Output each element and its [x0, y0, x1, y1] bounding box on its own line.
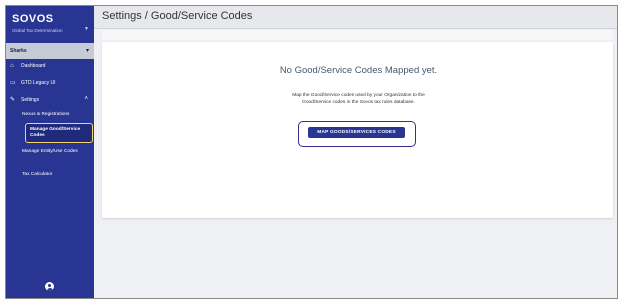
- chevron-up-icon: ˄: [84, 96, 88, 102]
- product-name: Global Tax Determination: [12, 28, 63, 33]
- brand-logo[interactable]: SOVOS: [12, 13, 54, 25]
- sidebar-subitem-good-service-codes[interactable]: Manage Good/Service Codes: [25, 123, 93, 143]
- sidebar: SOVOS Global Tax Determination ▼ Sharks …: [6, 6, 94, 298]
- sidebar-subitem-entity-use-codes[interactable]: Manage Entity/Use Codes: [22, 149, 92, 155]
- app-window: SOVOS Global Tax Determination ▼ Sharks …: [5, 5, 618, 299]
- sidebar-item-legacy-ui[interactable]: ▭ GTD Legacy UI: [6, 77, 94, 89]
- sidebar-subitem-tax-calculator[interactable]: Tax Calculator: [22, 172, 92, 178]
- page-title: Settings / Good/Service Codes: [102, 10, 253, 22]
- window-icon: ▭: [10, 80, 16, 86]
- wrench-icon: ✎: [10, 97, 16, 103]
- sidebar-item-settings[interactable]: ✎ Settings ˄: [6, 94, 94, 106]
- chevron-down-icon[interactable]: ▼: [84, 26, 89, 32]
- sidebar-item-label: Settings: [21, 97, 40, 103]
- empty-state-description: Map the Good/Service codes used by your …: [292, 93, 425, 105]
- header-bar: Settings / Good/Service Codes: [94, 6, 617, 29]
- home-icon: ⌂: [10, 63, 14, 69]
- account-icon-body: [46, 287, 53, 291]
- organization-select-value: Sharks: [10, 48, 27, 54]
- sidebar-item-label: GTD Legacy UI: [21, 80, 56, 86]
- sidebar-subitem-nexus[interactable]: Nexus & Registrations: [22, 112, 92, 118]
- account-icon-head: [48, 283, 51, 287]
- account-icon[interactable]: [45, 282, 54, 291]
- sidebar-item-dashboard[interactable]: ⌂ Dashboard: [6, 60, 94, 72]
- empty-state-card: No Good/Service Codes Mapped yet. Map th…: [102, 42, 613, 218]
- chevron-down-icon: ▾: [85, 48, 89, 54]
- map-goods-services-codes-button[interactable]: MAP GOODS/SERVICES CODES: [308, 127, 405, 138]
- toolbar-strip: [102, 30, 613, 40]
- empty-state-title: No Good/Service Codes Mapped yet.: [279, 65, 438, 76]
- sidebar-item-label: Dashboard: [21, 63, 46, 69]
- organization-select[interactable]: Sharks ▾: [6, 43, 94, 59]
